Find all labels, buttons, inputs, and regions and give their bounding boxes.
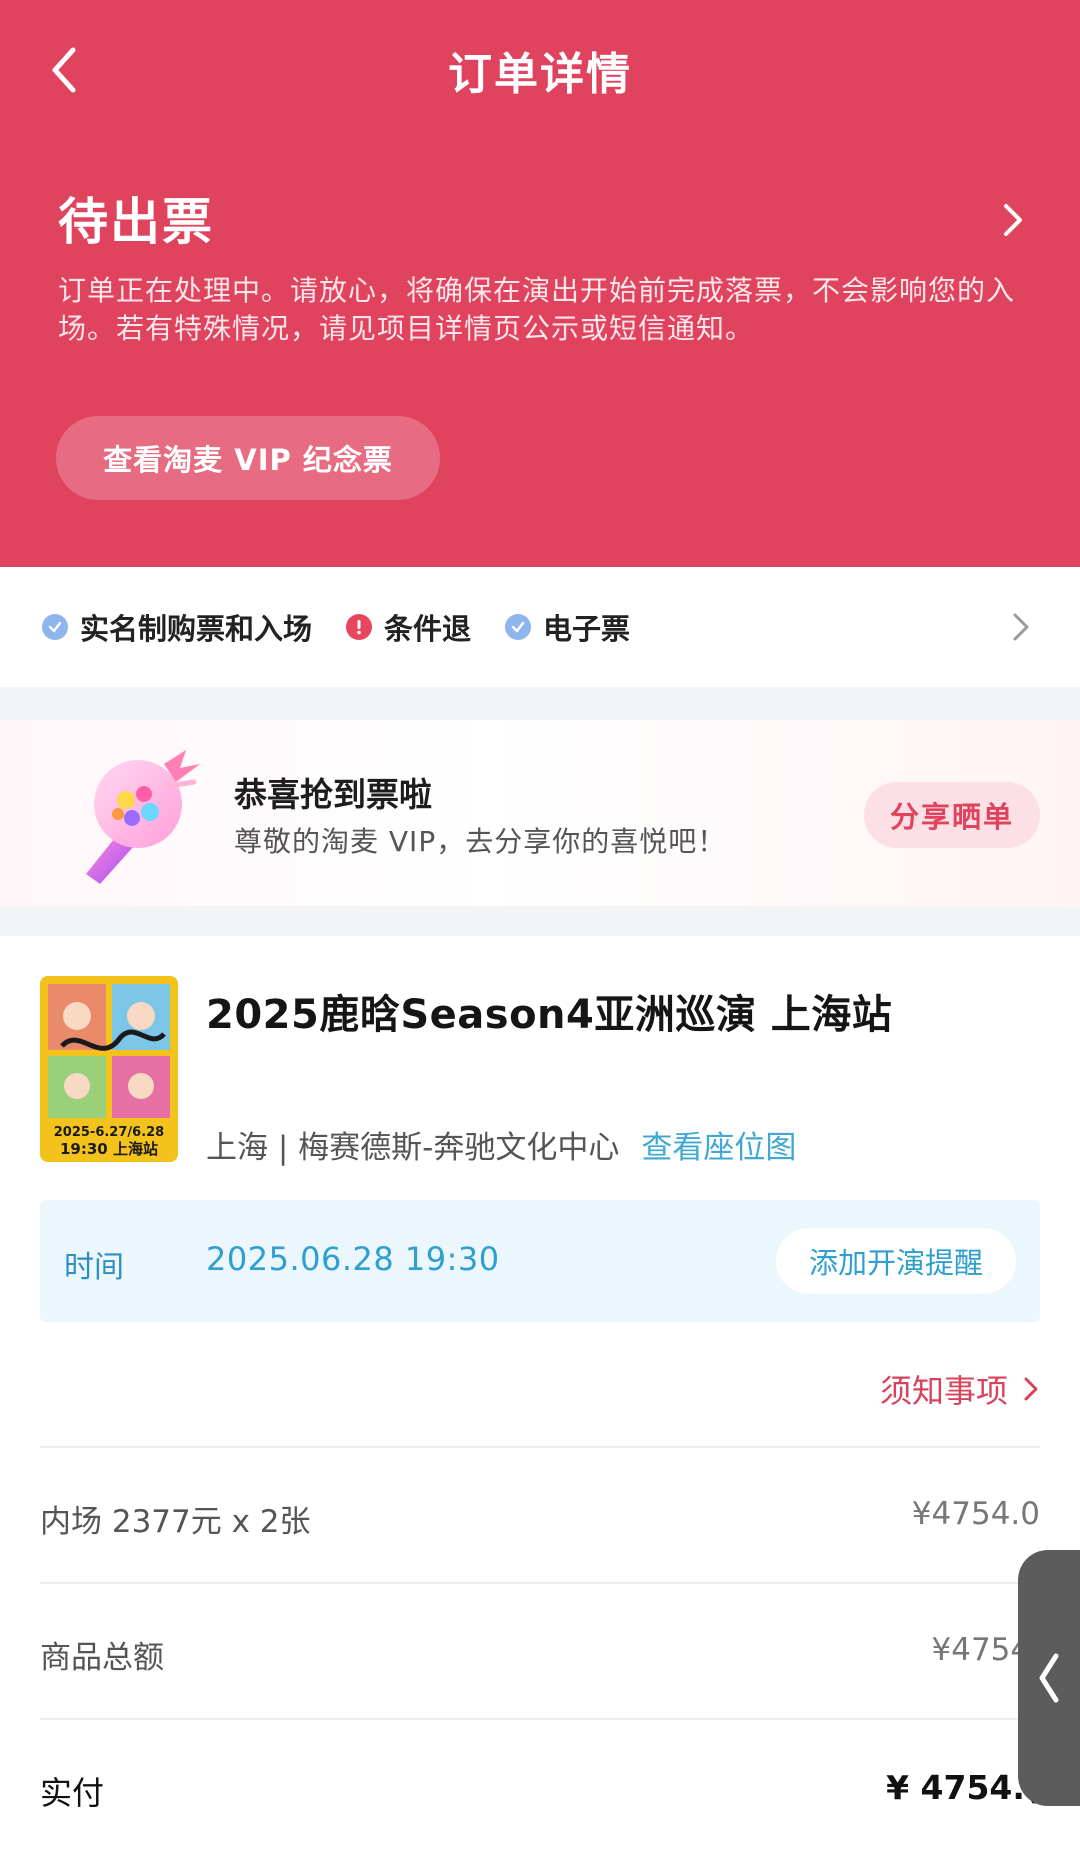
- tag-label: 电子票: [543, 612, 631, 646]
- order-status-header: 订单详情 待出票 订单正在处理中。请放心，将确保在演出开始前完成落票，不会影响您…: [0, 0, 1080, 567]
- price-row-paid: 实付 ¥ 4754.(: [40, 1768, 1040, 1828]
- show-time-label: 时间: [64, 1250, 124, 1285]
- add-reminder-button[interactable]: 添加开演提醒: [776, 1228, 1016, 1294]
- tag-label: 实名制购票和入场: [80, 612, 313, 646]
- check-badge-icon: [42, 614, 68, 640]
- page-title: 订单详情: [448, 49, 632, 100]
- ticket-policy-tags[interactable]: 实名制购票和入场 条件退 电子票: [0, 567, 1080, 687]
- light-stick-illustration-icon: [86, 750, 200, 884]
- divider: [40, 1446, 1040, 1448]
- tag-real-name: 实名制购票和入场: [42, 606, 312, 648]
- banner-subtitle: 尊敬的淘麦 VIP，去分享你的喜悦吧！: [234, 825, 727, 858]
- alert-badge-icon: [346, 614, 373, 640]
- notice-link-label: 须知事项: [879, 1372, 1008, 1410]
- paid-label: 实付: [40, 1774, 105, 1812]
- order-status-title[interactable]: 待出票: [58, 182, 214, 254]
- paid-amount: ¥ 4754.(: [886, 1768, 1040, 1807]
- divider: [40, 1718, 1040, 1720]
- divider: [40, 1582, 1040, 1584]
- event-title[interactable]: 2025鹿晗Season4亚洲巡演 上海站: [206, 982, 892, 1040]
- poster-time-city: 19:30 上海站: [60, 1140, 158, 1158]
- show-time-box: 时间 2025.06.28 19:30 添加开演提醒: [40, 1200, 1040, 1322]
- show-time-value: 2025.06.28 19:30: [206, 1240, 500, 1278]
- event-venue-line: 上海 | 梅赛德斯-奔驰文化中心 查看座位图: [206, 1122, 796, 1167]
- vip-souvenir-ticket-button[interactable]: 查看淘麦 VIP 纪念票: [56, 416, 440, 500]
- tag-conditional-refund: 条件退: [346, 606, 471, 648]
- ticket-line-amount: ¥4754.0: [911, 1496, 1040, 1532]
- chevron-right-icon[interactable]: [998, 200, 1028, 240]
- check-badge-icon: [505, 614, 532, 640]
- order-status-description: 订单正在处理中。请放心，将确保在演出开始前完成落票，不会影响您的入场。若有特殊情…: [58, 274, 1016, 345]
- event-venue: 上海 | 梅赛德斯-奔驰文化中心: [206, 1130, 620, 1166]
- notice-link[interactable]: 须知事项: [880, 1366, 1040, 1412]
- share-celebration-banner: 恭喜抢到票啦 尊敬的淘麦 VIP，去分享你的喜悦吧！ 分享晒单: [0, 720, 1080, 906]
- floating-side-handle[interactable]: [1018, 1550, 1080, 1806]
- event-poster[interactable]: 2025-6.27/6.28 19:30 上海站: [40, 976, 178, 1162]
- price-row-subtotal: 商品总额 ¥4754.: [40, 1632, 1040, 1692]
- banner-title: 恭喜抢到票啦: [234, 775, 432, 814]
- poster-artwork: 2025-6.27/6.28 19:30 上海站: [40, 976, 178, 1162]
- chevron-right-icon: [1024, 1377, 1038, 1401]
- seat-map-link[interactable]: 查看座位图: [641, 1130, 796, 1166]
- subtotal-label: 商品总额: [40, 1640, 164, 1676]
- tag-e-ticket: 电子票: [505, 606, 630, 648]
- chevron-right-icon[interactable]: [1010, 611, 1032, 643]
- order-detail-card: 2025-6.27/6.28 19:30 上海站 2025鹿晗Season4亚洲…: [0, 936, 1080, 1863]
- poster-dates: 2025-6.27/6.28: [54, 1125, 164, 1140]
- ticket-line-label: 内场 2377元 x 2张: [40, 1504, 311, 1540]
- price-row-ticket: 内场 2377元 x 2张 ¥4754.0: [40, 1496, 1040, 1556]
- tag-label: 条件退: [384, 612, 472, 646]
- chevron-left-icon: [1039, 1653, 1059, 1703]
- share-order-button[interactable]: 分享晒单: [864, 782, 1040, 848]
